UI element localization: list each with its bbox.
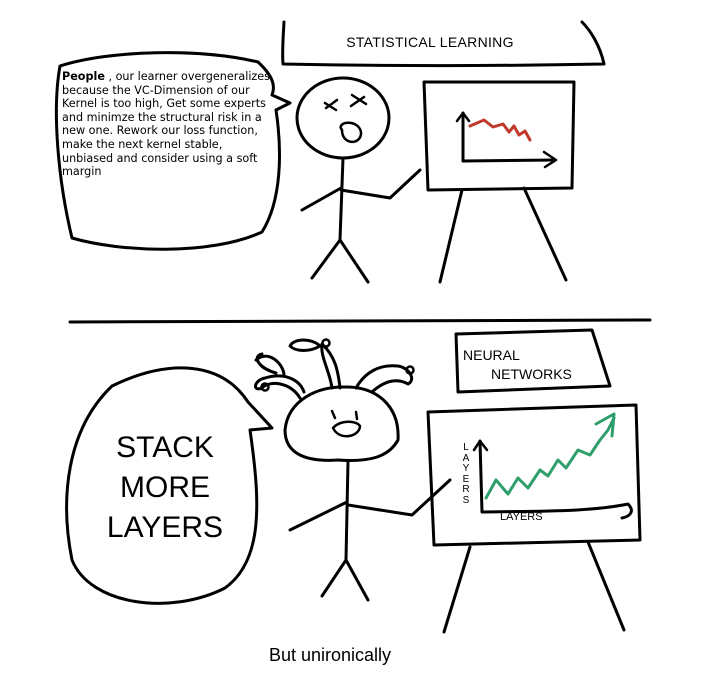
top-speech-text: People , our learner overgeneralizes bec… xyxy=(62,70,272,179)
bottom-sign-text: NEURAL NETWORKS xyxy=(463,346,593,384)
jester-stick-figure xyxy=(254,338,452,602)
speech-line-more: MORE xyxy=(120,471,210,504)
caption: But unironically xyxy=(268,645,392,665)
bottom-chart-green-line xyxy=(484,412,616,500)
y-axis-label-letter: Y xyxy=(462,463,470,474)
y-axis-label-letter: L xyxy=(463,442,469,453)
top-easel xyxy=(422,80,576,284)
speech-line-stack: STACK xyxy=(116,431,214,464)
top-sign-text: STATISTICAL LEARNING xyxy=(346,34,514,50)
y-axis-label-letter: S xyxy=(462,494,470,506)
stack-more-layers-text: STACK MORE LAYERS xyxy=(70,428,260,548)
x-axis-label: LAYERS xyxy=(500,511,543,523)
top-stick-figure-teacher xyxy=(295,76,422,284)
sign-line-networks: NETWORKS xyxy=(491,366,572,382)
sign-line-neural: NEURAL xyxy=(463,347,520,363)
top-chart-red-line xyxy=(468,118,532,142)
panel-divider xyxy=(68,318,652,324)
speech-line-layers: LAYERS xyxy=(106,511,224,544)
speech-lead: People xyxy=(62,70,105,83)
y-axis-label-letter: R xyxy=(462,484,470,495)
speech-body: , our learner overgeneralizes because th… xyxy=(62,70,271,179)
y-axis-label: LAYERS xyxy=(460,442,472,506)
